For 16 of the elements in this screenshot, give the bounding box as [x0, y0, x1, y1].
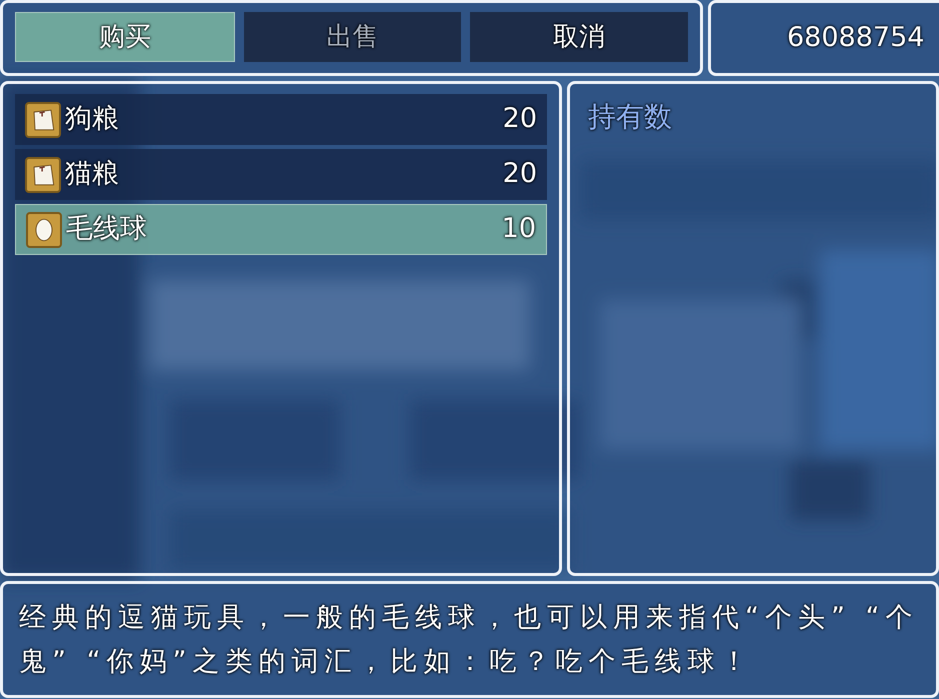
item-row[interactable]: 猫粮 20 [15, 149, 547, 200]
item-price: 20 [502, 157, 537, 192]
item-price: 10 [502, 212, 536, 246]
description-text: 鬼” “你妈”之类的词汇，比如：吃？吃个毛线球！ [19, 644, 755, 678]
item-name: 狗粮 [65, 102, 120, 136]
item-price: 20 [502, 102, 537, 136]
command-tab[interactable]: 取消 [470, 12, 688, 62]
item-name: 毛线球 [66, 212, 148, 246]
bag-icon [25, 156, 61, 192]
item-row[interactable]: 狗粮 20 [15, 94, 547, 145]
money-amount: 68088754 [787, 20, 924, 55]
possession-label: 持有数 [588, 100, 672, 133]
egg-icon [26, 212, 62, 248]
bag-icon [25, 102, 61, 138]
description-text: 经典的逗猫玩具，一般的毛线球，也可以用来指代“个头” “个 [19, 600, 920, 634]
item-name: 猫粮 [65, 157, 120, 192]
